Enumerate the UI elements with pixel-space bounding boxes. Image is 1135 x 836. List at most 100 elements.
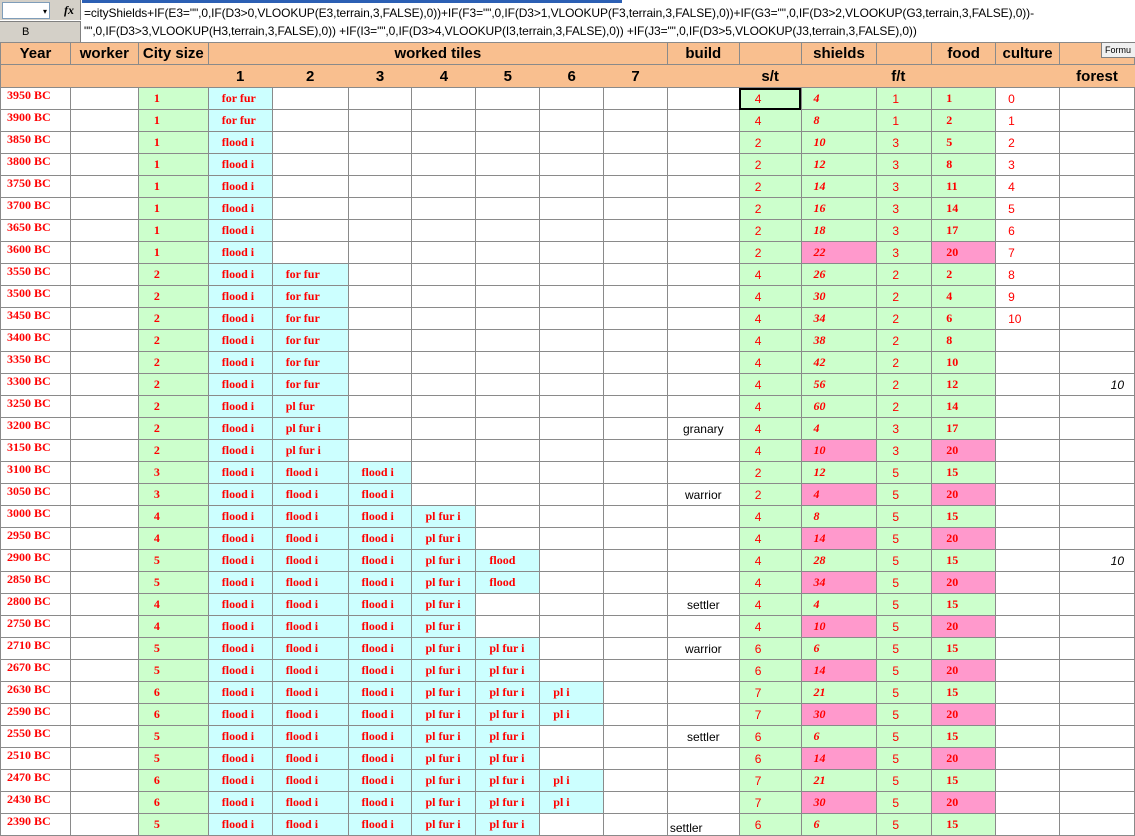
worked-tile-cell[interactable] (603, 351, 668, 374)
year-cell[interactable]: 2510 BC (0, 747, 71, 770)
worked-tile-cell[interactable]: pl i (539, 681, 605, 704)
worked-tile-cell[interactable] (603, 461, 668, 484)
worked-tile-cell[interactable]: flood i (271, 725, 349, 748)
forest-cell[interactable] (1059, 241, 1135, 264)
st-cell[interactable]: 4 (738, 615, 802, 638)
city-size-cell[interactable]: 3 (137, 461, 209, 484)
build-cell[interactable] (666, 131, 740, 154)
culture-cell[interactable] (995, 791, 1061, 814)
worked-tile-cell[interactable] (475, 109, 541, 132)
shields-cell[interactable]: 6 (800, 813, 878, 836)
year-cell[interactable]: 3200 BC (0, 417, 71, 440)
ft-cell[interactable]: 2 (876, 395, 933, 418)
food-cell[interactable]: 10 (931, 351, 997, 374)
st-cell[interactable]: 2 (738, 461, 802, 484)
culture-cell[interactable] (995, 505, 1061, 528)
worked-tile-cell[interactable] (347, 197, 413, 220)
shields-cell[interactable]: 8 (800, 109, 878, 132)
worked-tile-cell[interactable] (539, 153, 605, 176)
st-cell[interactable]: 2 (738, 483, 802, 506)
shields-cell[interactable]: 38 (800, 329, 878, 352)
ft-cell[interactable]: 3 (876, 241, 933, 264)
tile-number-5[interactable]: 5 (475, 64, 540, 88)
culture-cell[interactable] (995, 615, 1061, 638)
worked-tile-cell[interactable]: flood i (207, 659, 273, 682)
worked-tile-cell[interactable]: flood i (271, 791, 349, 814)
shields-cell[interactable]: 6 (800, 637, 878, 660)
culture-cell[interactable] (995, 549, 1061, 572)
food-cell[interactable]: 20 (931, 527, 997, 550)
build-cell[interactable] (666, 615, 740, 638)
food-cell[interactable]: 5 (931, 131, 997, 154)
year-cell[interactable]: 3650 BC (0, 219, 71, 242)
worked-tile-cell[interactable]: flood i (207, 351, 273, 374)
worked-tile-cell[interactable] (603, 593, 668, 616)
worked-tile-cell[interactable]: flood i (207, 439, 273, 462)
worked-tile-cell[interactable]: flood i (207, 197, 273, 220)
worker-cell[interactable] (69, 461, 139, 484)
worked-tile-cell[interactable] (603, 241, 668, 264)
worked-tile-cell[interactable]: pl fur i (411, 747, 477, 770)
ft-cell[interactable]: 3 (876, 131, 933, 154)
worked-tile-cell[interactable] (475, 153, 541, 176)
build-cell[interactable] (666, 285, 740, 308)
st-cell[interactable]: 2 (738, 175, 802, 198)
tile-number-2[interactable]: 2 (272, 64, 349, 88)
food-cell[interactable]: 15 (931, 681, 997, 704)
header-city-size[interactable]: City size (137, 42, 209, 65)
shields-cell[interactable]: 30 (800, 791, 878, 814)
worker-cell[interactable] (69, 527, 139, 550)
shields-cell[interactable]: 34 (800, 307, 878, 330)
worked-tile-cell[interactable] (347, 439, 413, 462)
worked-tile-cell[interactable] (539, 241, 605, 264)
subheader-st[interactable]: s/t (739, 64, 802, 88)
build-cell[interactable]: settler (666, 813, 740, 836)
tile-number-3[interactable]: 3 (348, 64, 412, 88)
worked-tile-cell[interactable] (539, 285, 605, 308)
worked-tile-cell[interactable]: flood i (347, 791, 413, 814)
year-cell[interactable]: 3300 BC (0, 373, 71, 396)
build-cell[interactable] (666, 329, 740, 352)
culture-cell[interactable] (995, 637, 1061, 660)
build-cell[interactable] (666, 549, 740, 572)
culture-cell[interactable] (995, 813, 1061, 836)
forest-cell[interactable] (1059, 153, 1135, 176)
worked-tile-cell[interactable] (603, 681, 668, 704)
food-cell[interactable]: 8 (931, 153, 997, 176)
city-size-cell[interactable]: 1 (137, 87, 209, 110)
subheader-blank[interactable] (995, 64, 1060, 88)
forest-cell[interactable] (1059, 219, 1135, 242)
worked-tile-cell[interactable]: flood i (207, 461, 273, 484)
ft-cell[interactable]: 5 (876, 505, 933, 528)
worked-tile-cell[interactable]: flood i (207, 769, 273, 792)
worked-tile-cell[interactable] (539, 351, 605, 374)
worked-tile-cell[interactable] (603, 285, 668, 308)
worked-tile-cell[interactable]: pl fur i (475, 703, 541, 726)
culture-cell[interactable] (995, 659, 1061, 682)
city-size-cell[interactable]: 6 (137, 791, 209, 814)
worked-tile-cell[interactable]: flood (475, 549, 541, 572)
worked-tile-cell[interactable] (539, 197, 605, 220)
culture-cell[interactable] (995, 395, 1061, 418)
year-cell[interactable]: 3550 BC (0, 263, 71, 286)
worked-tile-cell[interactable] (347, 395, 413, 418)
city-size-cell[interactable]: 5 (137, 725, 209, 748)
build-cell[interactable]: warrior (666, 483, 740, 506)
forest-cell[interactable] (1059, 483, 1135, 506)
worked-tile-cell[interactable]: for fur (207, 87, 273, 110)
worked-tile-cell[interactable]: flood i (207, 219, 273, 242)
ft-cell[interactable]: 2 (876, 307, 933, 330)
worked-tile-cell[interactable]: pl fur i (475, 791, 541, 814)
worked-tile-cell[interactable]: flood i (207, 681, 273, 704)
food-cell[interactable]: 2 (931, 109, 997, 132)
subheader-blank[interactable] (70, 64, 139, 88)
worked-tile-cell[interactable]: flood i (271, 549, 349, 572)
worked-tile-cell[interactable] (411, 285, 477, 308)
worked-tile-cell[interactable]: flood i (347, 615, 413, 638)
worked-tile-cell[interactable] (603, 813, 668, 836)
ft-cell[interactable]: 5 (876, 813, 933, 836)
worker-cell[interactable] (69, 153, 139, 176)
worked-tile-cell[interactable] (411, 417, 477, 440)
worked-tile-cell[interactable]: for fur (271, 373, 349, 396)
spreadsheet-grid[interactable]: Year worker City size worked tiles build… (0, 42, 1135, 836)
